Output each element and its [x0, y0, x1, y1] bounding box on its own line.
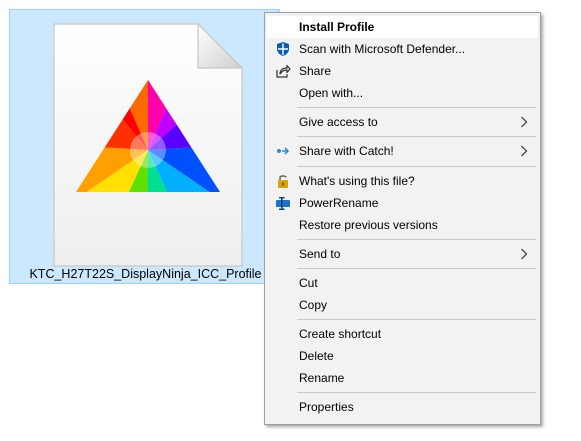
menu-item-copy[interactable]: Copy — [267, 294, 538, 316]
file-name-label[interactable]: KTC_H27T22S_DisplayNinja_ICC_Profile — [10, 267, 281, 281]
menu-item-give-access[interactable]: Give access to — [267, 111, 538, 133]
powerrename-icon — [276, 197, 290, 210]
menu-item-label: Send to — [299, 247, 341, 261]
lock-icon — [278, 175, 288, 188]
menu-item-share-with-catch[interactable]: Share with Catch! — [267, 140, 538, 162]
menu-item-label: What's using this file? — [299, 174, 415, 188]
menu-item-label: Restore previous versions — [299, 218, 438, 232]
selected-file-item[interactable]: KTC_H27T22S_DisplayNinja_ICC_Profile — [9, 9, 280, 284]
defender-icon — [277, 42, 289, 56]
menu-item-install-profile[interactable]: Install Profile — [267, 16, 538, 38]
menu-separator — [297, 268, 536, 269]
menu-item-scan-defender[interactable]: Scan with Microsoft Defender... — [267, 38, 538, 60]
menu-item-label: Rename — [299, 371, 345, 385]
menu-separator — [297, 239, 536, 240]
menu-item-rename[interactable]: Rename — [267, 367, 538, 389]
menu-item-label: Cut — [299, 276, 318, 290]
menu-item-label: Share with Catch! — [299, 144, 394, 158]
menu-item-label: Create shortcut — [299, 327, 382, 341]
menu-separator — [297, 392, 536, 393]
menu-item-properties[interactable]: Properties — [267, 396, 538, 418]
menu-item-label: PowerRename — [299, 196, 379, 210]
menu-item-label: Give access to — [299, 115, 378, 129]
menu-separator — [297, 319, 536, 320]
menu-item-cut[interactable]: Cut — [267, 272, 538, 294]
context-menu: Install Profile Scan with Microsoft Defe… — [264, 12, 541, 425]
menu-item-label: Open with... — [299, 86, 364, 100]
menu-item-label: Share — [299, 64, 332, 78]
menu-item-open-with[interactable]: Open with... — [267, 82, 538, 104]
share-icon — [276, 64, 291, 78]
menu-item-restore-previous-versions[interactable]: Restore previous versions — [267, 214, 538, 236]
menu-item-whats-using[interactable]: What's using this file? — [267, 170, 538, 192]
menu-item-delete[interactable]: Delete — [267, 345, 538, 367]
menu-item-label: Delete — [299, 349, 334, 363]
menu-item-label: Properties — [299, 400, 354, 414]
menu-separator — [297, 166, 536, 167]
chevron-right-icon — [521, 116, 528, 128]
chevron-right-icon — [521, 145, 528, 157]
menu-item-create-shortcut[interactable]: Create shortcut — [267, 323, 538, 345]
menu-item-label: Install Profile — [299, 20, 375, 34]
chevron-right-icon — [521, 248, 528, 260]
menu-separator — [297, 136, 536, 137]
menu-item-send-to[interactable]: Send to — [267, 243, 538, 265]
catch-icon — [277, 147, 290, 155]
menu-item-share[interactable]: Share — [267, 60, 538, 82]
menu-separator — [297, 107, 536, 108]
icc-profile-file-icon — [53, 22, 244, 267]
menu-item-powerrename[interactable]: PowerRename — [267, 192, 538, 214]
menu-item-label: Copy — [299, 298, 328, 312]
menu-item-label: Scan with Microsoft Defender... — [299, 42, 466, 56]
